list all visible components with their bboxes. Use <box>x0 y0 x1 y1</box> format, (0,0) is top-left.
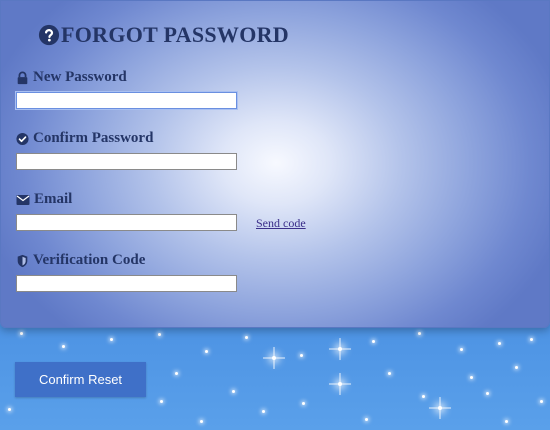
shield-icon <box>17 254 28 267</box>
verification-code-label-text: Verification Code <box>33 252 146 268</box>
new-password-label-text: New Password <box>33 69 127 85</box>
send-code-link[interactable]: Send code <box>256 216 306 231</box>
title-text: FORGOT PASSWORD <box>61 22 289 47</box>
confirm-password-label: Confirm Password <box>16 130 153 147</box>
verification-code-input[interactable] <box>16 275 237 292</box>
confirm-reset-button[interactable]: Confirm Reset <box>15 362 146 397</box>
new-password-input[interactable] <box>16 92 237 109</box>
verification-code-label: Verification Code <box>16 252 145 269</box>
email-label: Email <box>16 191 72 208</box>
new-password-label: New Password <box>16 69 127 86</box>
forgot-password-panel: FORGOT PASSWORD New Password Confirm Pas… <box>0 0 550 328</box>
check-circle-icon <box>16 132 29 145</box>
envelope-icon <box>16 194 30 205</box>
email-input[interactable] <box>16 214 237 231</box>
page-title: FORGOT PASSWORD <box>38 22 289 48</box>
question-circle-icon <box>38 24 60 46</box>
email-label-text: Email <box>34 191 73 207</box>
confirm-password-input[interactable] <box>16 153 237 170</box>
lock-icon <box>17 71 28 84</box>
confirm-password-label-text: Confirm Password <box>33 130 154 146</box>
